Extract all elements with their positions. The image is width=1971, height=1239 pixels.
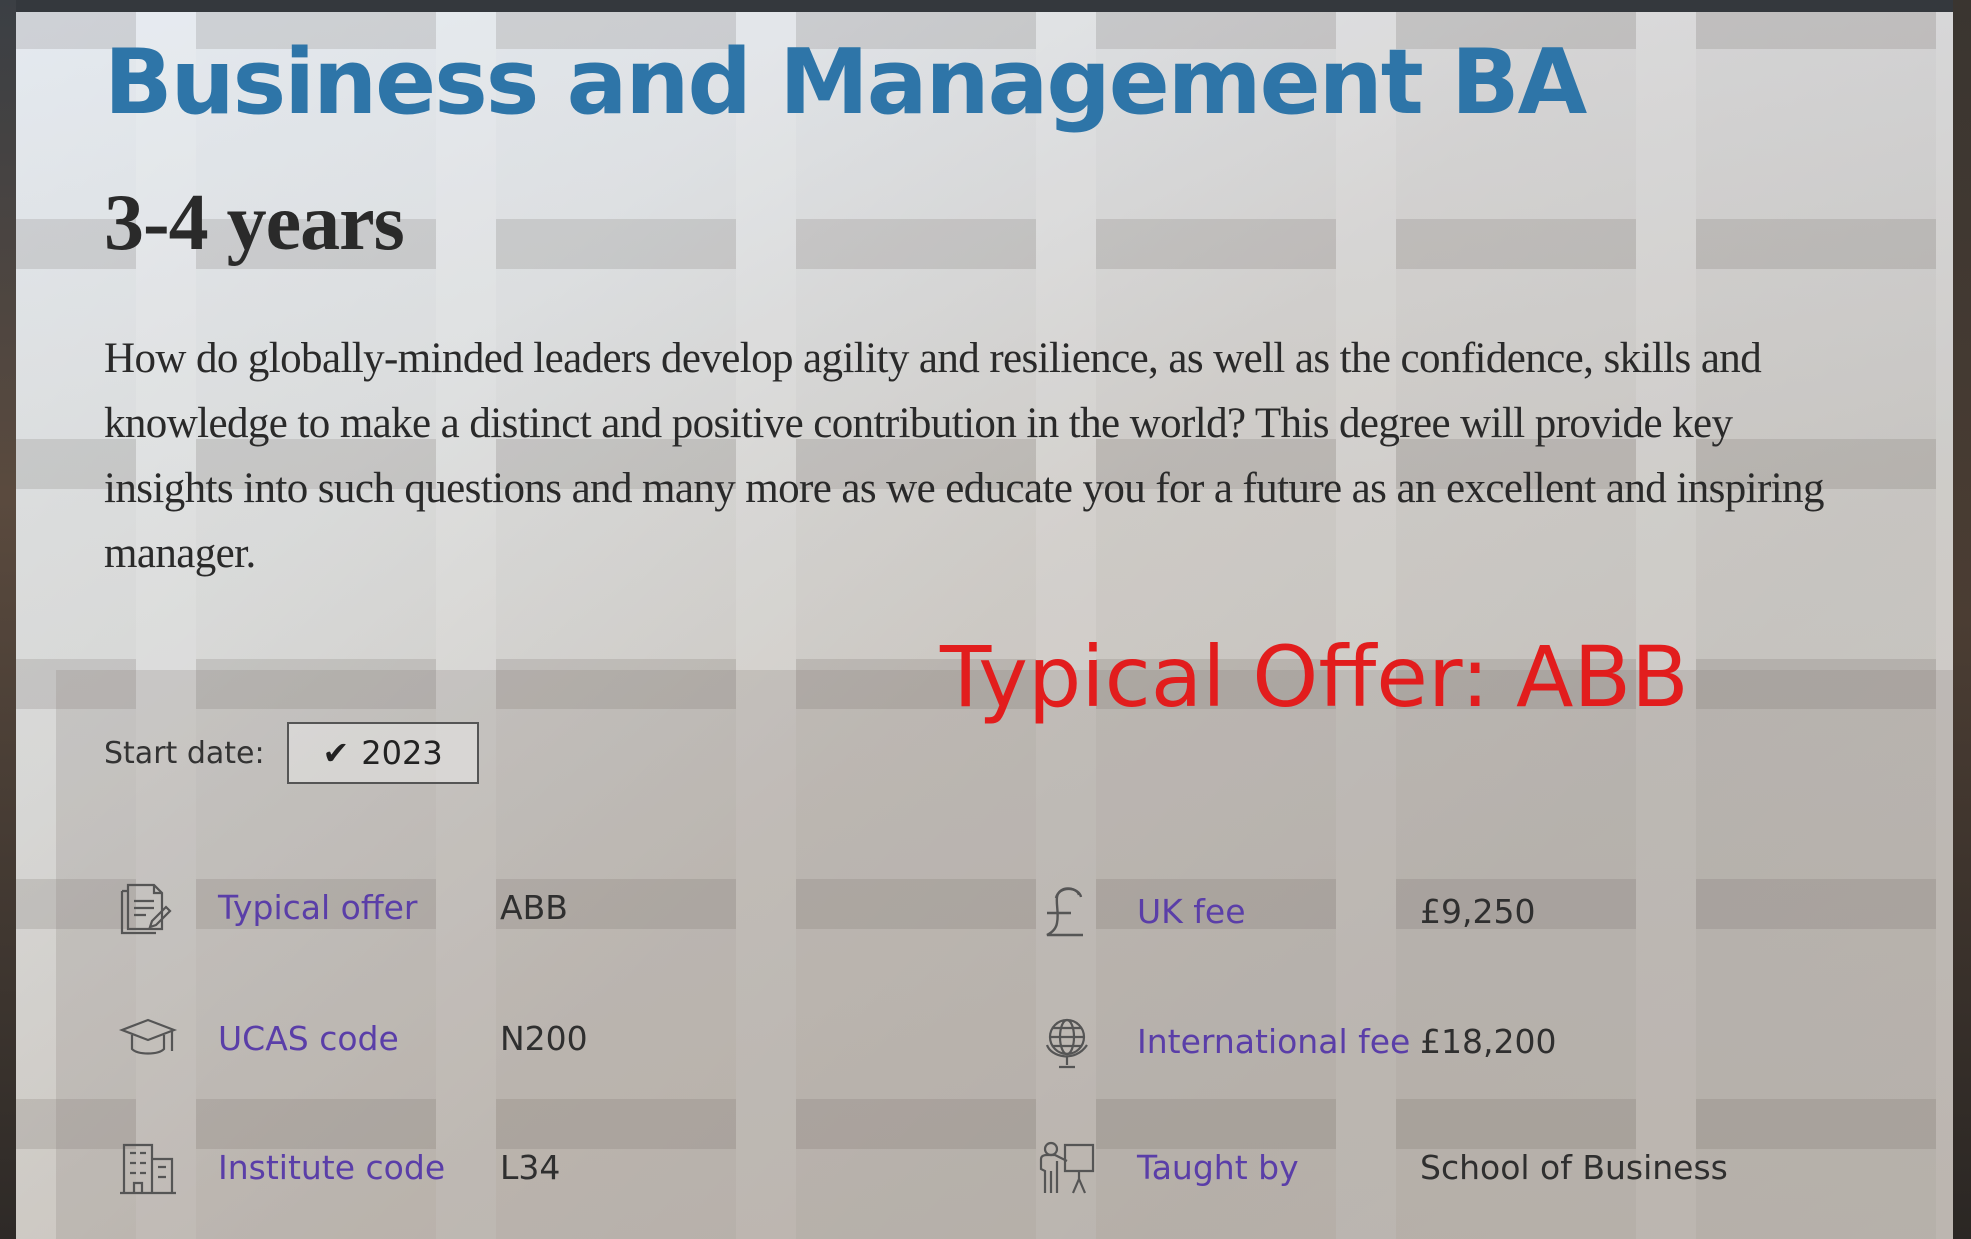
ucas-code-value: N200: [500, 1018, 588, 1058]
page-title: Business and Management BA: [104, 30, 1587, 135]
typical-offer-value: ABB: [500, 887, 568, 927]
fact-ucas-code: UCAS code N200: [116, 1003, 816, 1073]
checkmark-icon: ✔: [322, 734, 350, 772]
course-duration: 3-4 years: [104, 179, 405, 267]
fact-typical-offer: Typical offer ABB: [116, 872, 816, 942]
pound-icon: [1035, 879, 1099, 943]
international-fee-value: £18,200: [1420, 1021, 1557, 1061]
typical-offer-label: Typical offer: [218, 887, 418, 927]
start-date-select[interactable]: ✔ 2023: [286, 722, 479, 784]
taught-by-value: School of Business: [1420, 1147, 1728, 1187]
fact-taught-by: Taught by School of Business: [1035, 1132, 1835, 1202]
international-fee-label: International fee: [1137, 1021, 1411, 1061]
window-right-edge: [1953, 0, 1971, 1239]
typical-offer-overlay: Typical Offer: ABB: [940, 628, 1689, 726]
teacher-icon: [1035, 1135, 1099, 1199]
start-date-value: 2023: [361, 734, 443, 772]
institute-code-value: L34: [500, 1147, 561, 1187]
globe-icon: [1035, 1009, 1099, 1073]
fact-uk-fee: UK fee £9,250: [1035, 876, 1835, 946]
building-icon: [116, 1135, 180, 1199]
document-edit-icon: [116, 875, 180, 939]
window-top-edge: [0, 0, 1971, 12]
fact-institute-code: Institute code L34: [116, 1132, 816, 1202]
fact-international-fee: International fee £18,200: [1035, 1006, 1835, 1076]
institute-code-label: Institute code: [218, 1147, 446, 1187]
uk-fee-label: UK fee: [1137, 891, 1246, 931]
graduation-cap-icon: [116, 1006, 180, 1070]
course-description: How do globally-minded leaders develop a…: [104, 335, 1824, 577]
window-left-edge: [0, 0, 16, 1239]
ucas-code-label: UCAS code: [218, 1018, 399, 1058]
taught-by-label: Taught by: [1137, 1147, 1299, 1187]
start-date-row: Start date: ✔ 2023: [104, 722, 479, 784]
uk-fee-value: £9,250: [1420, 891, 1536, 931]
start-date-label: Start date:: [104, 735, 265, 771]
